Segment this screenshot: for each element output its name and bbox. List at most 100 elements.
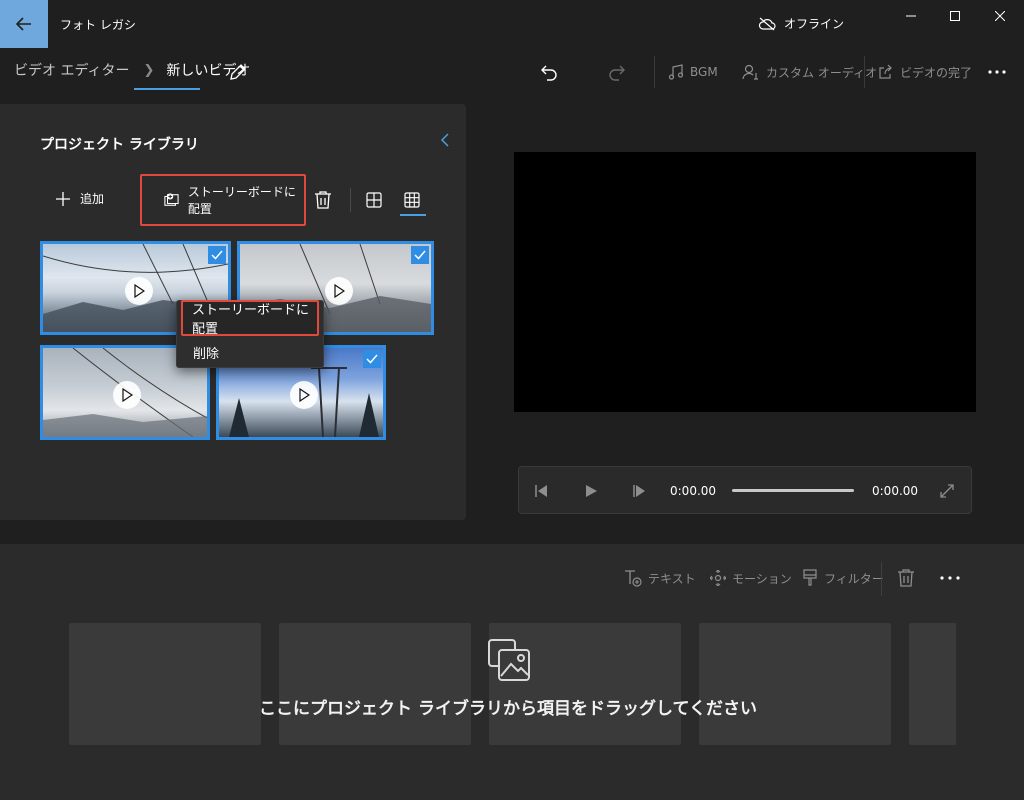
toolbar-divider — [864, 56, 865, 88]
filter-label: フィルター — [824, 571, 884, 586]
cloud-off-icon — [758, 17, 776, 30]
storyboard-add-icon — [164, 193, 179, 206]
chevron-right-icon: ❯ — [143, 62, 155, 78]
maximize-button[interactable] — [932, 0, 978, 32]
ellipsis-icon — [940, 576, 960, 580]
grid-small-icon — [404, 192, 420, 208]
undo-icon — [541, 65, 557, 81]
more-options-button[interactable] — [988, 60, 1006, 84]
filter-button[interactable]: フィルター — [802, 568, 884, 588]
text-label: テキスト — [648, 571, 696, 586]
collapse-library-button[interactable] — [438, 132, 452, 148]
small-grid-view-button[interactable] — [404, 192, 420, 208]
pencil-icon — [230, 64, 246, 80]
skip-forward-icon — [633, 485, 645, 497]
fullscreen-button[interactable] — [939, 483, 955, 499]
storyboard-slot — [699, 623, 891, 745]
play-overlay[interactable] — [290, 381, 318, 409]
breadcrumb-active-indicator — [134, 88, 200, 90]
plus-icon — [56, 191, 70, 206]
undo-button[interactable] — [540, 60, 558, 84]
total-time: 0:00.00 — [872, 484, 919, 498]
app-title: フォト レガシ — [60, 18, 136, 32]
chevron-left-icon — [440, 133, 449, 147]
ellipsis-icon — [988, 70, 1006, 74]
play-button[interactable] — [583, 483, 599, 499]
play-overlay[interactable] — [125, 277, 153, 305]
bgm-button[interactable]: BGM — [668, 60, 718, 84]
back-button[interactable] — [0, 0, 48, 48]
redo-button[interactable] — [608, 60, 626, 84]
checkmark-icon — [366, 354, 378, 364]
skip-forward-button[interactable] — [631, 483, 647, 499]
toolbar-divider — [350, 188, 351, 212]
breadcrumb: ビデオ エディター ❯ 新しいビデオ — [14, 60, 250, 80]
seek-bar[interactable] — [732, 489, 854, 492]
large-grid-view-button[interactable] — [366, 192, 382, 208]
play-icon — [122, 388, 133, 402]
play-overlay[interactable] — [325, 277, 353, 305]
place-in-storyboard-button[interactable]: ストーリーボードに配置 — [140, 174, 306, 226]
checkmark-icon — [414, 250, 426, 260]
text-add-icon — [625, 570, 642, 587]
context-menu-delete[interactable]: 削除 — [193, 343, 219, 362]
paint-brush-icon — [803, 569, 817, 586]
skip-back-button[interactable] — [533, 483, 549, 499]
music-note-icon — [668, 64, 684, 80]
video-preview — [514, 152, 976, 412]
view-active-indicator — [400, 214, 426, 216]
current-time: 0:00.00 — [670, 484, 717, 498]
offline-label: オフライン — [784, 17, 845, 31]
project-library-title: プロジェクト ライブラリ — [40, 137, 199, 153]
offline-status: オフライン — [758, 15, 844, 32]
place-in-storyboard-label: ストーリーボードに配置 — [187, 185, 296, 216]
skip-back-icon — [535, 485, 547, 497]
breadcrumb-video-editor[interactable]: ビデオ エディター — [14, 60, 129, 80]
selected-checkbox[interactable] — [208, 246, 226, 264]
storyboard-slot — [69, 623, 261, 745]
photos-icon — [487, 638, 531, 682]
toolbar-divider — [654, 56, 655, 88]
redo-icon — [609, 65, 625, 81]
custom-audio-label: カスタム オーディオ — [766, 65, 877, 80]
trash-icon — [898, 569, 914, 587]
add-button[interactable]: 追加 — [56, 190, 104, 207]
minimize-button[interactable] — [888, 0, 934, 32]
arrow-left-icon — [16, 17, 31, 31]
finish-video-button[interactable]: ビデオの完了 — [878, 60, 972, 84]
expand-icon — [940, 484, 954, 498]
text-button[interactable]: テキスト — [624, 568, 696, 588]
selected-checkbox[interactable] — [411, 246, 429, 264]
close-icon — [995, 11, 1005, 21]
grid-large-icon — [366, 192, 382, 208]
storyboard-slot — [279, 623, 471, 745]
motion-button[interactable]: モーション — [710, 568, 792, 588]
toolbar-divider — [881, 562, 882, 596]
storyboard-slot — [909, 623, 956, 745]
bgm-label: BGM — [690, 65, 718, 79]
play-overlay[interactable] — [113, 381, 141, 409]
selected-checkbox[interactable] — [363, 350, 381, 368]
close-button[interactable] — [977, 0, 1023, 32]
maximize-icon — [950, 11, 960, 21]
play-icon — [334, 284, 345, 298]
title-bar: フォト レガシ オフライン — [0, 0, 1024, 48]
context-menu-place-in-storyboard[interactable]: ストーリーボードに配置 — [181, 300, 319, 337]
trash-icon — [315, 191, 331, 209]
motion-label: モーション — [732, 571, 792, 586]
rename-button[interactable] — [228, 62, 248, 82]
storyboard-more-button[interactable] — [940, 568, 960, 588]
storyboard-delete-button[interactable] — [897, 568, 915, 588]
empty-storyboard-message: ここにプロジェクト ライブラリから項目をドラッグしてください — [259, 699, 757, 719]
play-icon — [134, 284, 145, 298]
play-icon — [586, 485, 597, 497]
checkmark-icon — [211, 250, 223, 260]
minimize-icon — [906, 15, 916, 17]
finish-video-label: ビデオの完了 — [900, 65, 973, 80]
add-label: 追加 — [80, 192, 105, 206]
motion-icon — [710, 570, 726, 586]
custom-audio-button[interactable]: カスタム オーディオ — [742, 60, 877, 84]
delete-button[interactable] — [314, 190, 332, 210]
share-icon — [879, 64, 892, 79]
playback-controls: 0:00.00 0:00.00 — [518, 466, 972, 514]
